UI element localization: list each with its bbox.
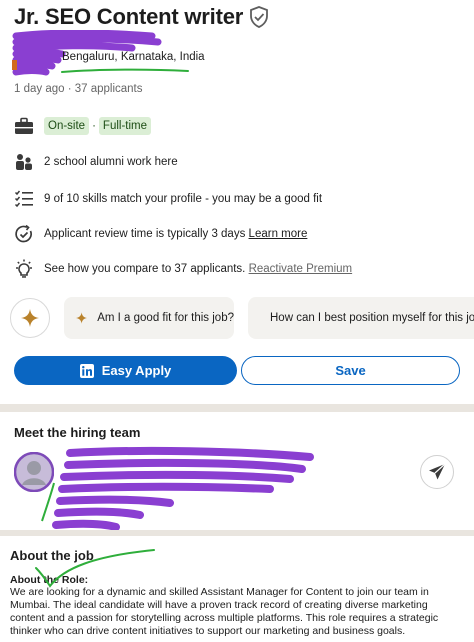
linkedin-icon: [79, 363, 94, 378]
ai-prompt-position[interactable]: How can I best position myself for this …: [248, 297, 474, 339]
hiring-team-heading: Meet the hiring team: [14, 425, 141, 440]
redacted-recruiter-scribble: [41, 446, 314, 531]
job-title-row: Jr. SEO Content writer: [14, 4, 269, 30]
green-checkmark-annotation: [35, 549, 155, 588]
review-time-row: Applicant review time is typically 3 day…: [14, 224, 307, 244]
skills-row: 9 of 10 skills match your profile - you …: [14, 189, 322, 209]
compare-text: See how you compare to 37 applicants.: [44, 263, 246, 275]
section-divider: [0, 404, 474, 412]
sparkle-icon: [21, 309, 39, 327]
ai-spark-button[interactable]: [10, 298, 50, 338]
sparkle-icon: [76, 312, 88, 324]
clock-check-icon: [14, 224, 34, 244]
job-location: Bengaluru, Karnataka, India: [62, 51, 205, 63]
workplace-row: On-site · Full-time: [14, 116, 152, 136]
pill-separator: ·: [92, 120, 96, 132]
reactivate-premium-link[interactable]: Reactivate Premium: [249, 263, 353, 275]
send-message-button[interactable]: [420, 455, 454, 489]
alumni-row: 2 school alumni work here: [14, 152, 178, 172]
workplace-type-pill: On-site: [44, 117, 90, 135]
review-time-text: Applicant review time is typically 3 day…: [44, 228, 246, 240]
save-button[interactable]: Save: [241, 356, 460, 385]
ai-prompt-good-fit[interactable]: Am I a good fit for this job?: [64, 297, 234, 339]
employment-type-pill: Full-time: [98, 117, 152, 135]
people-icon: [14, 152, 34, 172]
easy-apply-label: Easy Apply: [101, 363, 172, 378]
learn-more-link[interactable]: Learn more: [249, 228, 308, 240]
checklist-icon: [14, 189, 34, 209]
posted-meta: 1 day ago · 37 applicants: [14, 83, 143, 95]
easy-apply-button[interactable]: Easy Apply: [14, 356, 237, 385]
alumni-text: 2 school alumni work here: [44, 156, 178, 168]
ai-prompt-label: How can I best position myself for this …: [270, 312, 474, 324]
lightbulb-icon: [14, 259, 34, 279]
section-divider: [0, 530, 474, 536]
save-label: Save: [335, 363, 366, 378]
verified-shield-icon: [250, 6, 268, 28]
green-underline-annotation: [61, 68, 189, 73]
job-title: Jr. SEO Content writer: [14, 4, 244, 29]
skills-match-text: 9 of 10 skills match your profile - you …: [44, 193, 323, 205]
send-icon: [429, 463, 446, 480]
briefcase-icon: [14, 116, 34, 136]
ai-prompt-label: Am I a good fit for this job?: [97, 312, 234, 324]
compare-row: See how you compare to 37 applicants. Re…: [14, 259, 352, 279]
about-job-body: We are looking for a dynamic and skilled…: [10, 586, 439, 637]
